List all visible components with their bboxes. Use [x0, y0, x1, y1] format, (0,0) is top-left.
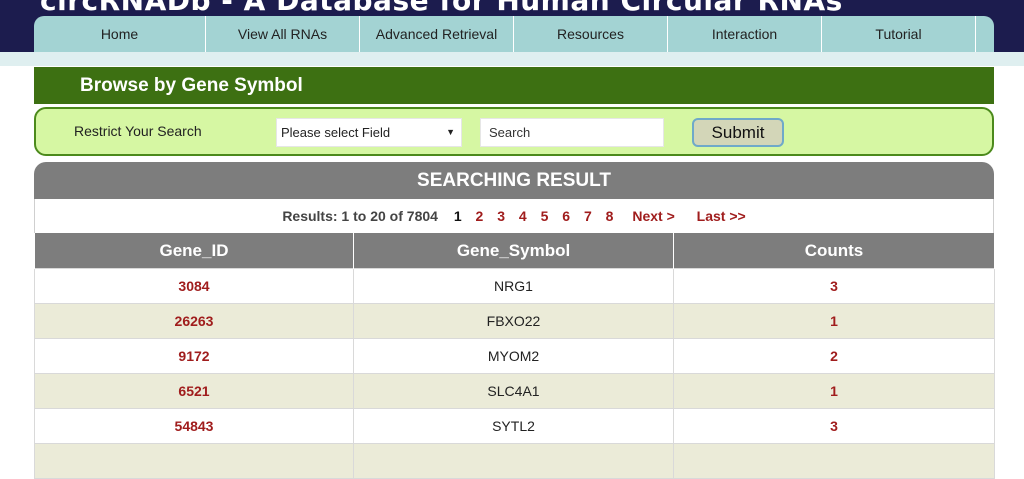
page-link-4[interactable]: 4 [519, 208, 527, 224]
gene-symbol-cell: SYTL2 [353, 408, 674, 444]
table-cell-empty [34, 443, 354, 479]
search-input[interactable]: Search [480, 118, 664, 147]
gene-id-link[interactable]: 6521 [34, 373, 354, 409]
result-heading: SEARCHING RESULT [34, 162, 994, 199]
site-title: circRNADb - A Database for Human Circula… [40, 0, 843, 17]
counts-link[interactable]: 1 [673, 373, 995, 409]
column-header-counts[interactable]: Counts [673, 233, 995, 269]
browse-bar: Browse by Gene Symbol [34, 67, 994, 104]
submit-button[interactable]: Submit [692, 118, 784, 147]
header-strip [0, 52, 1024, 66]
next-page-link[interactable]: Next > [632, 208, 674, 224]
counts-link[interactable]: 1 [673, 303, 995, 339]
page-link-5[interactable]: 5 [541, 208, 549, 224]
nav-advanced-retrieval[interactable]: Advanced Retrieval [360, 16, 514, 52]
column-header-gene-id[interactable]: Gene_ID [34, 233, 354, 269]
page-link-8[interactable]: 8 [606, 208, 614, 224]
counts-link[interactable]: 2 [673, 338, 995, 374]
table-cell-empty [673, 443, 995, 479]
browse-title: Browse by Gene Symbol [80, 75, 303, 96]
field-select[interactable]: Please select Field ▼ [276, 118, 462, 147]
results-summary: Results: 1 to 20 of 7804 [282, 208, 438, 224]
table-row: 6521 SLC4A1 1 [34, 373, 995, 409]
result-panel: SEARCHING RESULT Results: 1 to 20 of 780… [34, 162, 995, 479]
gene-symbol-cell: MYOM2 [353, 338, 674, 374]
chevron-down-icon: ▼ [446, 127, 455, 137]
results-table: Gene_ID Gene_Symbol Counts 3084 NRG1 3 2… [34, 233, 995, 479]
gene-id-link[interactable]: 9172 [34, 338, 354, 374]
gene-id-link[interactable]: 3084 [34, 268, 354, 304]
gene-symbol-cell: NRG1 [353, 268, 674, 304]
gene-symbol-cell: SLC4A1 [353, 373, 674, 409]
table-row: 26263 FBXO22 1 [34, 303, 995, 339]
column-header-gene-symbol[interactable]: Gene_Symbol [353, 233, 674, 269]
nav-tutorial[interactable]: Tutorial [822, 16, 976, 52]
table-row: 9172 MYOM2 2 [34, 338, 995, 374]
pagination: Results: 1 to 20 of 7804 1 2 3 4 5 6 7 8… [34, 199, 994, 233]
page-link-6[interactable]: 6 [562, 208, 570, 224]
page-link-7[interactable]: 7 [584, 208, 592, 224]
counts-link[interactable]: 3 [673, 408, 995, 444]
nav-resources[interactable]: Resources [514, 16, 668, 52]
restrict-label: Restrict Your Search [74, 123, 202, 139]
nav-view-all-rnas[interactable]: View All RNAs [206, 16, 360, 52]
search-bar: Restrict Your Search Please select Field… [34, 107, 994, 156]
nav-interaction[interactable]: Interaction [668, 16, 822, 52]
field-select-value: Please select Field [281, 125, 391, 140]
counts-link[interactable]: 3 [673, 268, 995, 304]
table-row: 54843 SYTL2 3 [34, 408, 995, 444]
page-link-2[interactable]: 2 [476, 208, 484, 224]
table-header-row: Gene_ID Gene_Symbol Counts [34, 233, 995, 269]
gene-id-link[interactable]: 26263 [34, 303, 354, 339]
gene-id-link[interactable]: 54843 [34, 408, 354, 444]
page-current: 1 [453, 208, 462, 224]
main-nav: Home View All RNAs Advanced Retrieval Re… [34, 16, 994, 52]
table-row: 3084 NRG1 3 [34, 268, 995, 304]
gene-symbol-cell: FBXO22 [353, 303, 674, 339]
table-row [34, 443, 995, 479]
table-cell-empty [353, 443, 674, 479]
last-page-link[interactable]: Last >> [697, 208, 746, 224]
nav-home[interactable]: Home [34, 16, 206, 52]
page-link-3[interactable]: 3 [497, 208, 505, 224]
